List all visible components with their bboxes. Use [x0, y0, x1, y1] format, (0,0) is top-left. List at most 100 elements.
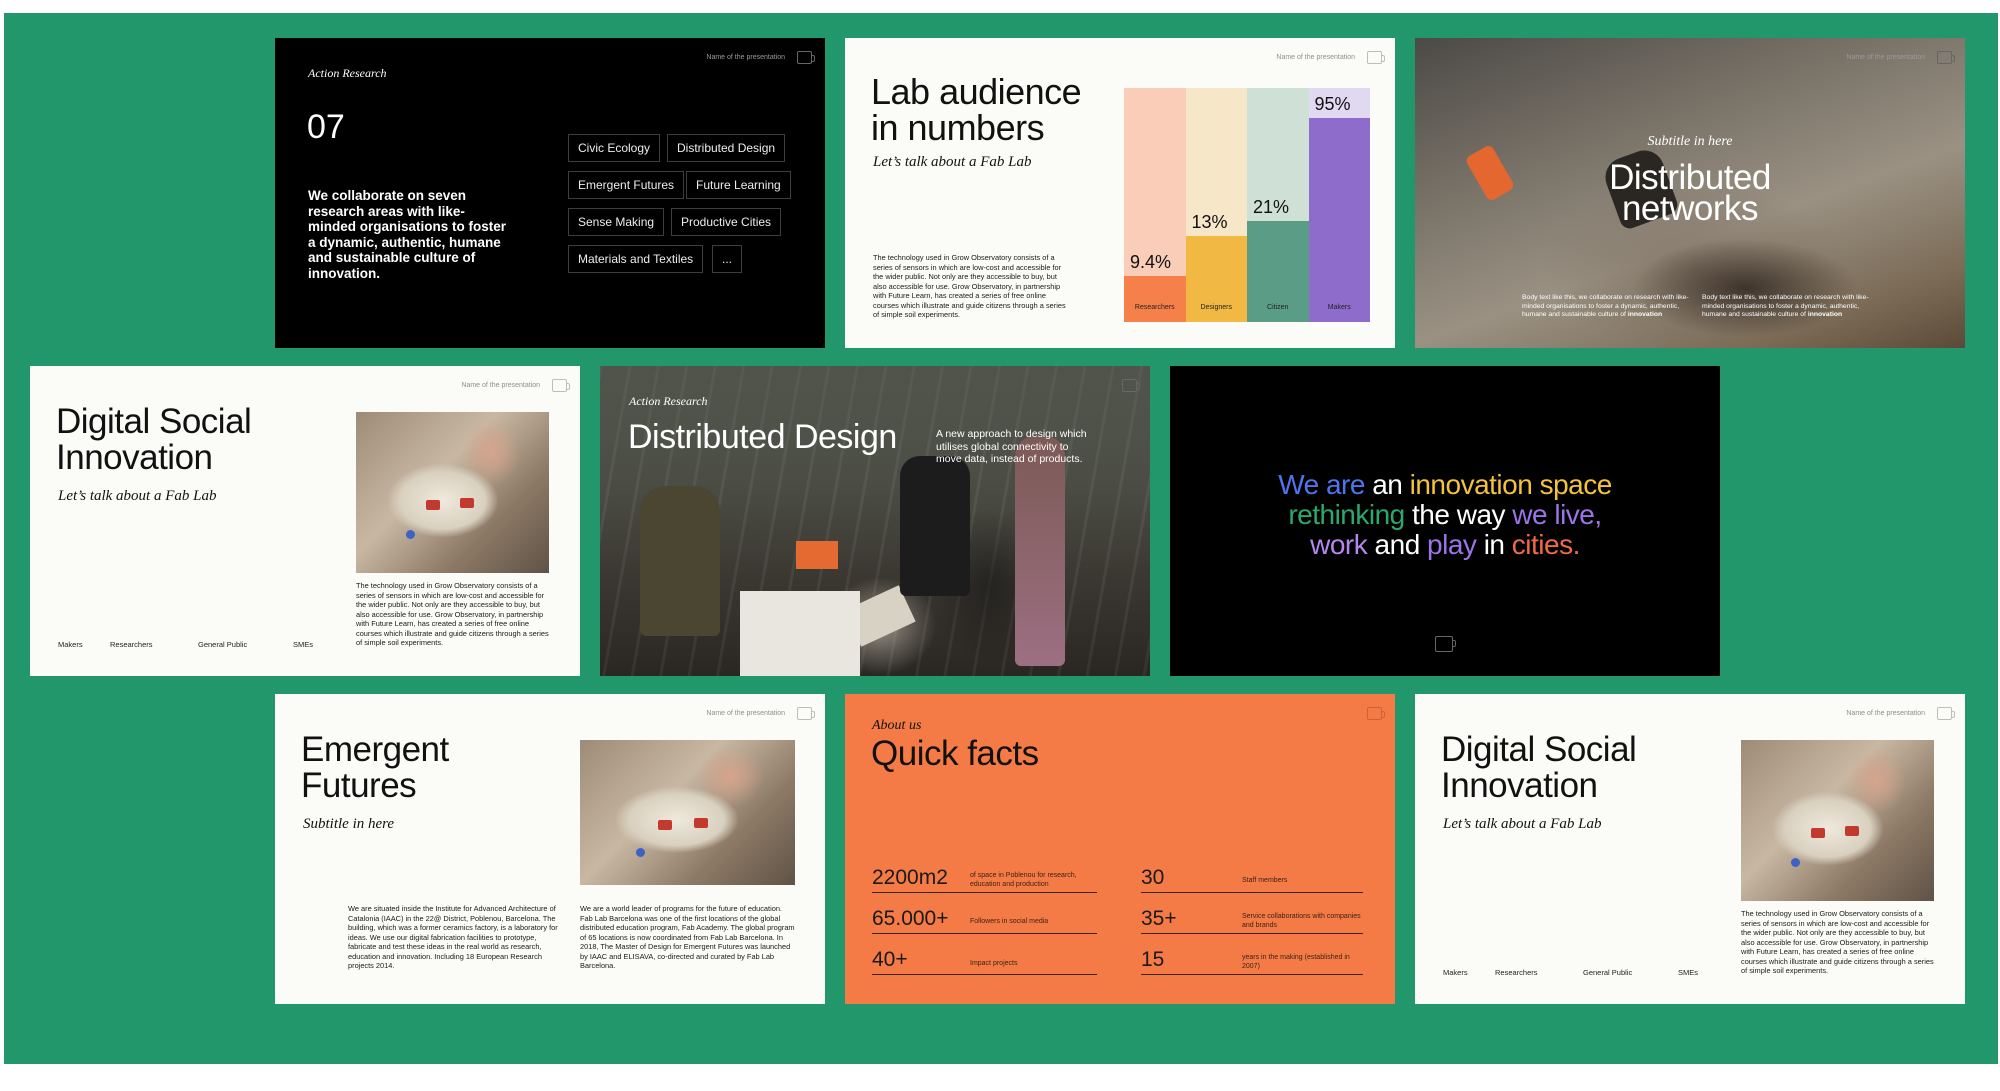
fact-divider — [872, 892, 1097, 893]
sensor-shape — [636, 848, 645, 857]
slide-quick-facts[interactable]: About us Quick facts 2200m2 of space in … — [845, 694, 1395, 1004]
fablab-logo-icon — [1937, 51, 1955, 64]
chip[interactable]: Sense Making — [568, 208, 665, 236]
fact-number: 35+ — [1141, 907, 1177, 930]
table-shape — [740, 591, 860, 676]
slide-title: Digital Social Innovation — [1441, 730, 1637, 805]
statement-text: We are an innovation space rethinking th… — [1170, 470, 1720, 560]
chip[interactable]: Emergent Futures — [568, 171, 685, 199]
fablab-logo-icon — [1367, 707, 1385, 720]
slide-body: The technology used in Grow Observatory … — [356, 581, 549, 647]
fact-description: Staff members — [1242, 877, 1288, 884]
statement-part: innovation space — [1409, 469, 1613, 500]
slide-subtitle: Subtitle in here — [1647, 134, 1733, 149]
fact-description: Followers in social media — [970, 918, 1049, 925]
slide-statement[interactable]: We are an innovation space rethinking th… — [1170, 366, 1720, 676]
statement-part: we live, — [1512, 499, 1602, 530]
slide-digital-social-innovation[interactable]: Digital Social Innovation Let’s talk abo… — [30, 366, 580, 676]
title-line: Digital Social — [1441, 730, 1637, 769]
chart-value-label: 95% — [1314, 94, 1351, 114]
kicker: About us — [872, 718, 922, 733]
body-bold: innovation — [1807, 311, 1843, 318]
title-line: in numbers — [871, 107, 1045, 148]
fact-number: 30 — [1141, 866, 1165, 889]
slide-subtitle: Let’s talk about a Fab Lab — [58, 488, 217, 504]
slide-title: Emergent Futures — [301, 732, 449, 804]
audience-label: SMEs — [293, 640, 314, 649]
slide-distributed-networks[interactable]: Subtitle in here Distributed networks Na… — [1415, 38, 1965, 348]
slide-title: Distributed Design — [628, 418, 897, 456]
statement-part: play — [1427, 529, 1477, 560]
sensor-shape — [406, 530, 415, 539]
chart-category-label: Researchers — [1134, 304, 1175, 311]
statement-part: and — [1367, 529, 1428, 560]
fact-divider — [1141, 974, 1363, 975]
slide-digital-social-innovation[interactable]: Digital Social Innovation Let’s talk abo… — [1415, 694, 1965, 1004]
presentation-name: Name of the presentation — [706, 54, 785, 61]
slide-subtitle: Subtitle in here — [303, 816, 395, 832]
audience-label: Researchers — [1495, 968, 1538, 977]
title-line: Innovation — [1441, 766, 1598, 805]
chart-category-label: Designers — [1200, 304, 1232, 311]
section-number: 07 — [307, 108, 345, 146]
fact-divider — [1141, 892, 1363, 893]
chip[interactable]: Distributed Design — [667, 134, 786, 162]
audience-label: General Public — [1583, 968, 1633, 977]
fablab-logo-icon — [797, 51, 815, 64]
slide-subtitle: Let’s talk about a Fab Lab — [873, 154, 1032, 170]
chip[interactable]: Productive Cities — [671, 208, 782, 236]
fablab-logo-icon — [1122, 379, 1140, 392]
chart-bar — [1124, 276, 1186, 322]
chip[interactable]: ... — [712, 245, 743, 273]
body-text: Body text like this, we collaborate on r… — [1702, 294, 1869, 318]
slide-emergent-futures[interactable]: Emergent Futures Subtitle in here Name o… — [275, 694, 825, 1004]
title-line: Digital Social — [56, 402, 252, 441]
slide-title: Digital Social Innovation — [56, 402, 252, 476]
fact-number: 2200m2 — [872, 866, 948, 889]
fact-description: years in the making (established in 2007… — [1242, 954, 1350, 970]
fact-description: Impact projects — [970, 960, 1018, 967]
chip[interactable]: Civic Ecology — [568, 134, 661, 162]
laptop-shape — [796, 541, 838, 569]
slide-subtitle: Let’s talk about a Fab Lab — [1443, 816, 1602, 832]
slide-distributed-design[interactable]: Action Research Distributed Design A new… — [600, 366, 1150, 676]
slide-title: Quick facts — [871, 734, 1039, 773]
chip[interactable]: Future Learning — [686, 171, 791, 199]
body-right: We are a world leader of programs for th… — [580, 904, 795, 970]
chip[interactable]: Materials and Textiles — [568, 245, 704, 273]
fact-description: of space in Poblenou for research, educa… — [970, 872, 1077, 888]
slide-lab-audience[interactable]: Lab audience in numbers Let’s talk about… — [845, 38, 1395, 348]
audience-label: Researchers — [110, 640, 153, 649]
fact-number: 40+ — [872, 948, 908, 971]
person-shape — [1015, 436, 1065, 666]
slide-body: The technology used in Grow Observatory … — [873, 253, 1066, 319]
chart-value-label: 21% — [1253, 196, 1290, 217]
slide-action-research[interactable]: Action Research 07 We collaborate on sev… — [275, 38, 825, 348]
fablab-logo-icon — [552, 379, 570, 392]
chart-category-label: Makers — [1327, 304, 1351, 311]
presentation-name: Name of the presentation — [1846, 710, 1925, 717]
slide-description: A new approach to design which utilises … — [936, 428, 1087, 465]
sensor-photo — [356, 412, 549, 573]
kicker: Action Research — [629, 394, 708, 408]
title-line: networks — [1621, 189, 1759, 228]
audience-label: SMEs — [1678, 968, 1699, 977]
statement-part: cities. — [1511, 529, 1581, 560]
sensor-photo — [580, 740, 795, 885]
chart-value-label: 9.4% — [1130, 252, 1172, 272]
title-line: Lab audience — [871, 71, 1082, 112]
person-shape — [640, 486, 720, 636]
statement-part: in — [1476, 529, 1512, 560]
body-left: Body text like this, we collaborate on r… — [1522, 294, 1692, 320]
slide-title: Distributed networks — [1415, 160, 1965, 228]
fablab-logo-icon — [1367, 51, 1385, 64]
audience-label: Makers — [1443, 968, 1468, 977]
body-right: Body text like this, we collaborate on r… — [1702, 294, 1872, 320]
body-bold: innovation — [1627, 311, 1663, 318]
presentation-name: Name of the presentation — [461, 382, 540, 389]
fact-number: 65.000+ — [872, 907, 949, 930]
audience-label: Makers — [58, 640, 83, 649]
sensor-shape — [1791, 858, 1800, 867]
audience-label: General Public — [198, 640, 248, 649]
fact-divider — [1141, 933, 1363, 934]
